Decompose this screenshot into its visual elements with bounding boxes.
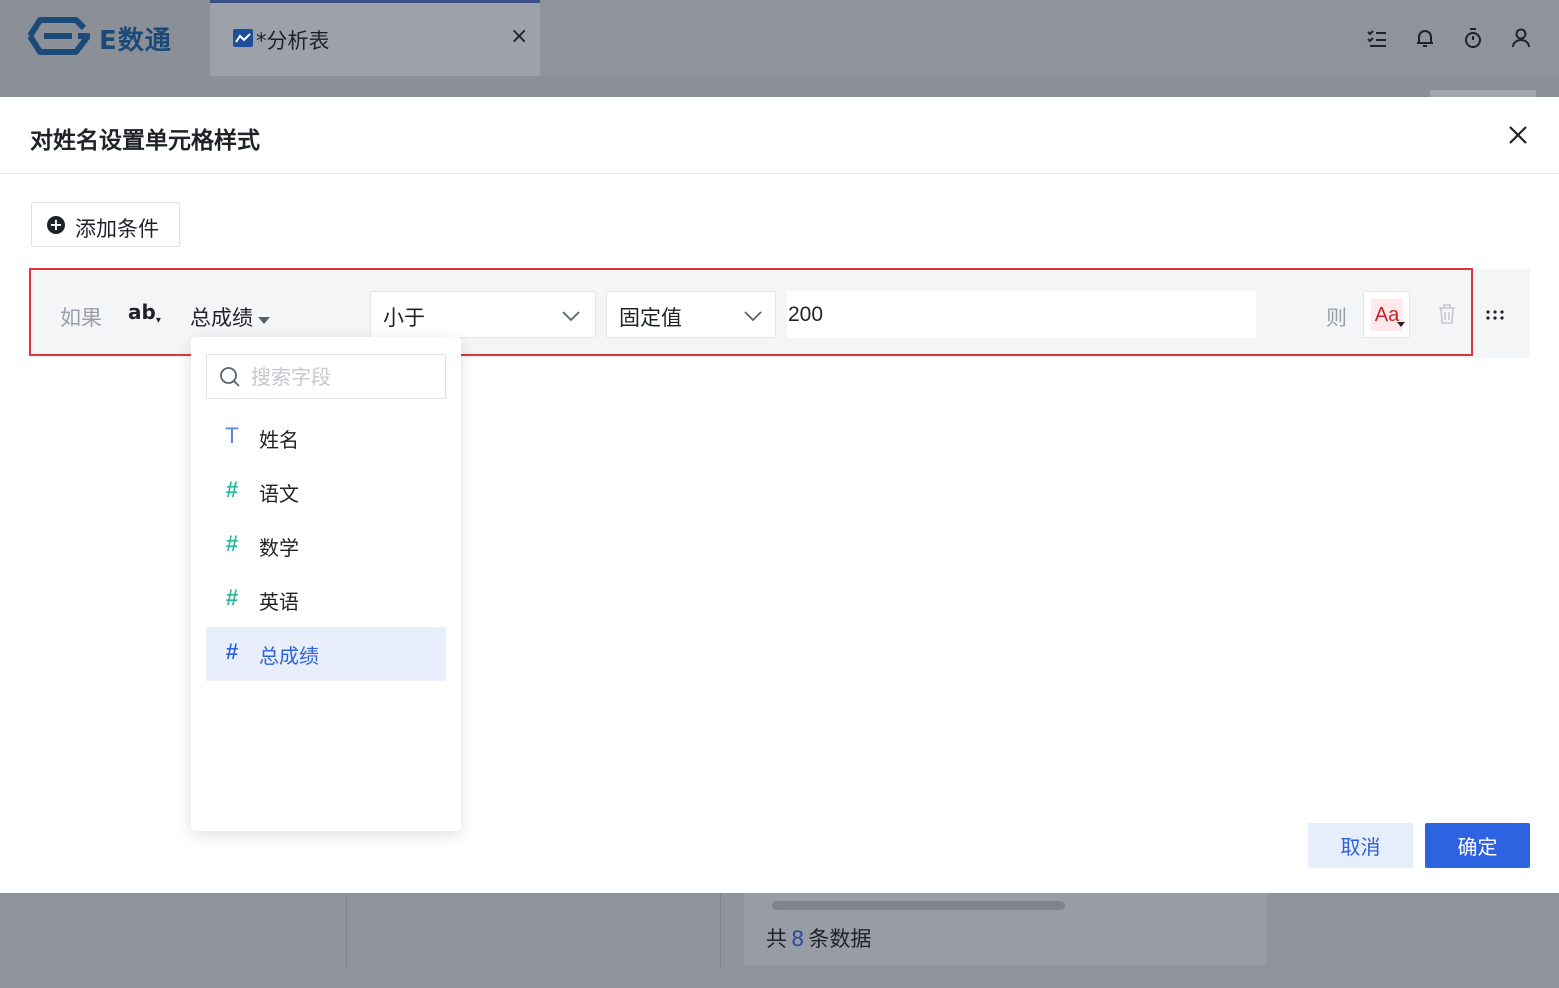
cancel-button[interactable]: 取消	[1308, 823, 1413, 868]
plus-circle-icon: +	[47, 216, 65, 234]
field-select[interactable]: 总成绩	[190, 302, 253, 332]
number-type-icon: #	[225, 477, 239, 502]
tab-close-icon[interactable]: ×	[510, 25, 528, 49]
number-type-icon: #	[225, 585, 239, 610]
search-input[interactable]	[251, 361, 436, 393]
user-icon[interactable]	[1509, 26, 1533, 50]
field-option-math[interactable]: # 数学	[206, 519, 446, 573]
record-count: 共 8 条数据	[766, 923, 871, 953]
divider	[346, 893, 347, 968]
drag-handle-icon[interactable]	[1485, 307, 1507, 320]
value-input[interactable]	[787, 291, 1256, 338]
background-strip	[0, 76, 1559, 97]
logo-icon	[28, 17, 90, 55]
trash-icon[interactable]	[1437, 303, 1457, 325]
text-type-icon: T	[225, 423, 239, 448]
operator-value: 小于	[383, 306, 425, 330]
field-option-label: 总成绩	[259, 644, 319, 668]
bell-icon[interactable]	[1413, 26, 1437, 50]
list-check-icon[interactable]	[1365, 26, 1389, 50]
app-logo: E数通	[0, 0, 210, 76]
field-option-name[interactable]: T 姓名	[206, 411, 446, 465]
confirm-button[interactable]: 确定	[1425, 823, 1530, 868]
field-option-chinese[interactable]: # 语文	[206, 465, 446, 519]
divider	[720, 893, 721, 968]
cell-style-dialog: 对姓名设置单元格样式 + 添加条件 如果 ab▾ 总成绩 小于 固定值 则 Aa	[0, 97, 1559, 893]
field-caret-icon[interactable]	[258, 317, 270, 324]
style-picker-button[interactable]: Aa	[1363, 291, 1410, 338]
chevron-down-icon	[744, 311, 762, 322]
tab-label: *分析表	[256, 29, 330, 53]
dialog-header: 对姓名设置单元格样式	[0, 97, 1559, 174]
count-suffix: 条数据	[808, 927, 872, 951]
count-prefix: 共	[766, 927, 787, 951]
value-type-value: 固定值	[619, 306, 682, 330]
number-type-icon: #	[225, 531, 239, 556]
dialog-title: 对姓名设置单元格样式	[30, 128, 260, 154]
top-toolbar	[1365, 26, 1533, 50]
value-type-select[interactable]: 固定值	[606, 291, 776, 338]
add-condition-button[interactable]: + 添加条件	[31, 202, 180, 247]
close-icon[interactable]	[1502, 119, 1534, 151]
then-label: 则	[1326, 306, 1347, 330]
background-footer: 共 8 条数据	[0, 893, 1559, 988]
operator-select[interactable]: 小于	[370, 291, 596, 338]
count-number: 8	[791, 927, 805, 951]
field-option-english[interactable]: # 英语	[206, 573, 446, 627]
field-option-label: 语文	[259, 482, 299, 506]
field-option-label: 数学	[259, 536, 299, 560]
field-option-total[interactable]: # 总成绩	[206, 627, 446, 681]
number-type-icon: #	[225, 639, 239, 664]
caret-down-icon: ▾	[155, 315, 161, 326]
horizontal-scrollbar[interactable]	[772, 901, 1065, 910]
chevron-down-icon	[562, 311, 580, 322]
caret-down-icon	[1397, 322, 1405, 327]
logo-text: E数通	[99, 26, 172, 56]
field-search[interactable]	[206, 354, 446, 399]
search-icon	[220, 367, 240, 387]
app-topbar: E数通 *分析表 ×	[0, 0, 1559, 76]
chart-icon	[233, 29, 253, 47]
timer-icon[interactable]	[1461, 26, 1485, 50]
field-type-text: ab	[128, 300, 156, 324]
tab-analysis[interactable]: *分析表 ×	[210, 0, 540, 76]
field-option-label: 姓名	[259, 428, 299, 452]
field-dropdown: T 姓名 # 语文 # 数学 # 英语 # 总成绩	[191, 337, 461, 831]
field-option-label: 英语	[259, 590, 299, 614]
field-type-icon[interactable]: ab▾	[128, 300, 161, 326]
if-label: 如果	[60, 306, 102, 330]
add-condition-label: 添加条件	[75, 217, 159, 241]
